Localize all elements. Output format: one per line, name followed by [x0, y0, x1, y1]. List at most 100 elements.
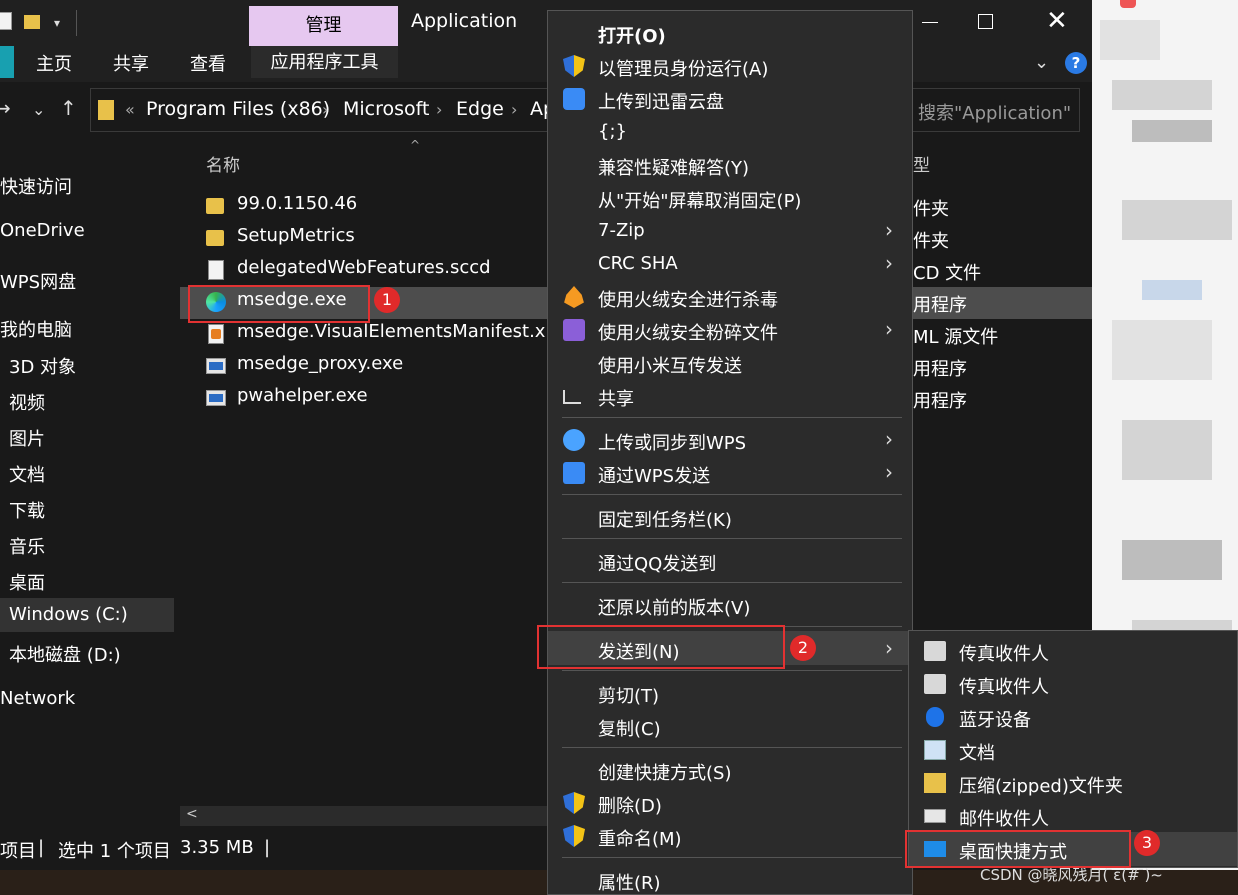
file-tab[interactable] — [0, 46, 14, 78]
manage-tab[interactable]: 管理 — [249, 6, 398, 46]
sidebar-item-local-disk-d[interactable]: 本地磁盘 (D:) — [9, 641, 121, 667]
bluetooth-icon — [926, 707, 944, 727]
status-size: 3.35 MB — [180, 837, 254, 858]
menu-item-open[interactable]: 打开(O) — [598, 22, 666, 48]
menu-item-unpin-start[interactable]: 从"开始"屏幕取消固定(P) — [598, 187, 801, 213]
help-icon[interactable]: ? — [1065, 52, 1087, 74]
breadcrumb-microsoft[interactable]: Microsoft — [343, 98, 429, 120]
sidebar-item-wps-drive[interactable]: WPS网盘 — [0, 268, 76, 294]
sidebar-item-quick-access[interactable]: 快速访问 — [0, 173, 72, 199]
annotation-box-1 — [188, 285, 370, 323]
tab-home[interactable]: 主页 — [36, 50, 72, 76]
menu-item-wps-sync[interactable]: 上传或同步到WPS — [598, 429, 746, 455]
menu-item-cut[interactable]: 剪切(T) — [598, 682, 659, 708]
tab-share[interactable]: 共享 — [113, 50, 149, 76]
menu-item-create-shortcut[interactable]: 创建快捷方式(S) — [598, 759, 731, 785]
annotation-box-2 — [537, 625, 785, 669]
menu-item-xiaomi-share[interactable]: 使用小米互传发送 — [598, 352, 742, 378]
close-button[interactable]: ✕ — [1046, 6, 1068, 36]
menu-item-rename[interactable]: 重命名(M) — [598, 825, 682, 851]
sidebar-item-onedrive[interactable]: OneDrive — [0, 220, 85, 241]
menu-item-properties[interactable]: 属性(R) — [598, 869, 661, 895]
tab-app-tools[interactable]: 应用程序工具 — [251, 46, 398, 78]
tab-view[interactable]: 查看 — [190, 50, 226, 76]
sidebar-item-pictures[interactable]: 图片 — [9, 425, 45, 451]
blurred-block — [1122, 540, 1222, 580]
ribbon-collapse-icon[interactable]: ⌄ — [1034, 52, 1049, 73]
shredder-icon — [563, 319, 585, 341]
sidebar-item-desktop[interactable]: 桌面 — [9, 569, 45, 595]
xml-icon — [208, 324, 224, 344]
breadcrumb-separator-icon[interactable]: › — [322, 100, 328, 119]
menu-item-wps-send[interactable]: 通过WPS发送 — [598, 462, 710, 488]
sidebar-item-videos[interactable]: 视频 — [9, 389, 45, 415]
menu-item-huorong-shred[interactable]: 使用火绒安全粉碎文件 — [598, 319, 778, 345]
forward-arrow-icon[interactable]: → — [0, 96, 11, 120]
file-type-cell: 用程序 — [913, 295, 967, 316]
menu-item-run-as-admin[interactable]: 以管理员身份运行(A) — [598, 55, 768, 81]
submenu-item-zip[interactable]: 压缩(zipped)文件夹 — [959, 772, 1123, 798]
menu-separator — [562, 417, 902, 418]
annotation-box-3 — [905, 830, 1131, 868]
submenu-item-bluetooth[interactable]: 蓝牙设备 — [959, 706, 1031, 732]
menu-item-upload-xunlei[interactable]: 上传到迅雷云盘 — [598, 88, 724, 114]
blurred-block — [1112, 80, 1212, 110]
menu-item-delete[interactable]: 删除(D) — [598, 792, 662, 818]
file-type-cell: 用程序 — [913, 391, 967, 412]
sidebar-item-network[interactable]: Network — [0, 688, 75, 709]
menu-item-copy[interactable]: 复制(C) — [598, 715, 661, 741]
recent-locations-icon[interactable]: ⌄ — [32, 100, 45, 119]
folder-icon — [206, 198, 224, 214]
breadcrumb-separator-icon[interactable]: › — [511, 100, 517, 119]
sidebar-item-this-pc[interactable]: 我的电脑 — [0, 316, 72, 342]
properties-icon[interactable] — [0, 12, 12, 30]
sidebar-item-documents[interactable]: 文档 — [9, 461, 45, 487]
sidebar-item-3d-objects[interactable]: 3D 对象 — [9, 353, 76, 379]
column-header-type[interactable]: 型 — [913, 151, 930, 176]
menu-item-braces[interactable]: {;} — [598, 121, 627, 142]
submenu-arrow-icon: › — [885, 427, 893, 451]
sidebar-item-downloads[interactable]: 下载 — [9, 497, 45, 523]
menu-item-huorong-scan[interactable]: 使用火绒安全进行杀毒 — [598, 286, 778, 312]
submenu-item-mail[interactable]: 邮件收件人 — [959, 805, 1049, 831]
file-name: delegatedWebFeatures.sccd — [237, 257, 491, 278]
menu-item-send-qq[interactable]: 通过QQ发送到 — [598, 550, 716, 576]
file-type-cell: 件夹 — [913, 199, 949, 220]
breadcrumb-edge[interactable]: Edge — [456, 98, 504, 120]
menu-item-restore-versions[interactable]: 还原以前的版本(V) — [598, 594, 750, 620]
submenu-item-documents[interactable]: 文档 — [959, 739, 995, 765]
status-separator: | — [264, 837, 271, 858]
status-item-count: 项目 — [0, 841, 36, 862]
cloud-upload-icon — [563, 429, 585, 451]
sort-ascending-icon: ^ — [410, 138, 421, 152]
menu-separator — [562, 494, 902, 495]
submenu-arrow-icon: › — [885, 218, 893, 242]
submenu-arrow-icon: › — [885, 460, 893, 484]
menu-item-pin-taskbar[interactable]: 固定到任务栏(K) — [598, 506, 732, 532]
submenu-item-fax-2[interactable]: 传真收件人 — [959, 673, 1049, 699]
breadcrumb-separator-icon[interactable]: › — [436, 100, 442, 119]
menu-item-7zip[interactable]: 7-Zip — [598, 220, 645, 241]
submenu-item-fax[interactable]: 传真收件人 — [959, 640, 1049, 666]
scroll-left-icon[interactable]: < — [186, 806, 198, 822]
breadcrumb-program-files[interactable]: Program Files (x86) — [146, 98, 330, 120]
quick-access-dropdown-icon[interactable]: ▾ — [54, 16, 60, 30]
sidebar-item-music[interactable]: 音乐 — [9, 533, 45, 559]
annotation-badge-2: 2 — [790, 635, 816, 661]
menu-item-share[interactable]: 共享 — [598, 385, 634, 411]
column-header-name[interactable]: 名称 — [206, 151, 240, 176]
submenu-arrow-icon: › — [885, 317, 893, 341]
search-placeholder: 搜索"Application" — [918, 103, 1072, 124]
up-arrow-icon[interactable]: ↑ — [60, 96, 77, 120]
menu-item-troubleshoot[interactable]: 兼容性疑难解答(Y) — [598, 154, 749, 180]
new-folder-icon[interactable] — [24, 15, 40, 29]
maximize-button[interactable] — [978, 14, 993, 29]
minimize-button[interactable] — [920, 12, 940, 32]
menu-item-crc-sha[interactable]: CRC SHA — [598, 253, 678, 274]
breadcrumb-overflow-icon[interactable]: « — [125, 100, 135, 119]
exe-icon — [206, 390, 226, 406]
sidebar-item-windows-c[interactable]: Windows (C:) — [9, 604, 128, 625]
status-separator: | — [38, 837, 45, 858]
documents-icon — [924, 740, 946, 760]
file-type-cell: CD 文件 — [913, 263, 982, 284]
